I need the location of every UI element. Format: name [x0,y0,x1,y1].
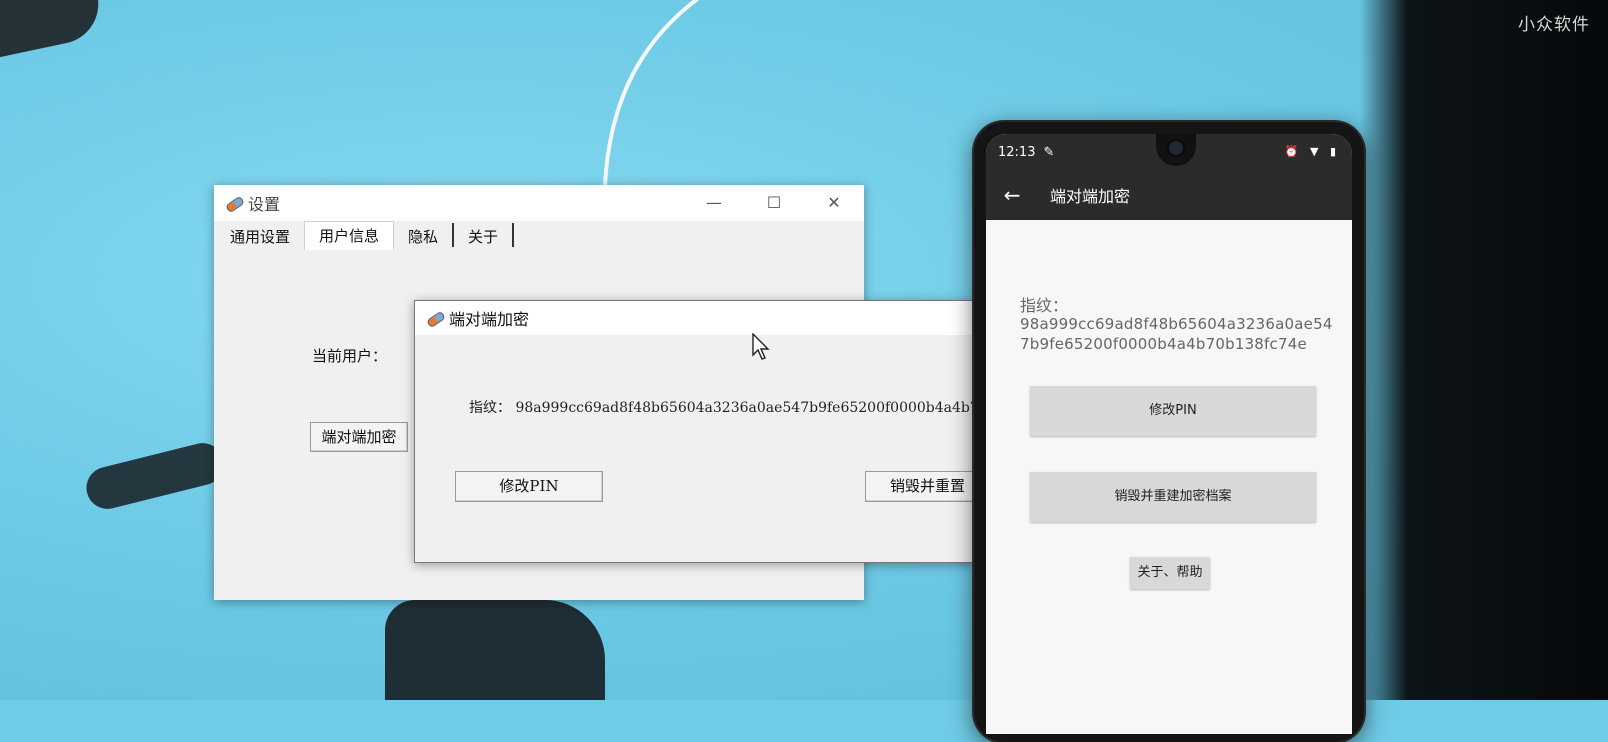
cable-line [603,0,700,186]
fingerprint-label: 指纹： [469,400,511,416]
settings-title: 设置 [248,195,281,214]
dialog-titlebar[interactable]: 端对端加密 [415,301,973,335]
phone-change-pin-button[interactable]: 修改PIN [1030,386,1316,436]
change-pin-button[interactable]: 修改PIN [455,471,603,502]
tab-user-info[interactable]: 用户信息 [304,221,395,250]
phone-fingerprint-value: 98a999cc69ad8f48b65604a3236a0ae547b9fe65… [1020,315,1333,353]
minimize-icon[interactable]: — [684,185,744,221]
fingerprint-value: 98a999cc69ad8f48b65604a3236a0ae547b9fe65… [515,400,1006,416]
maximize-icon[interactable]: ☐ [744,185,804,221]
app-pill-icon [224,194,245,214]
dialog-title: 端对端加密 [449,310,530,329]
tab-general[interactable]: 通用设置 [216,223,304,247]
settings-tabs: 通用设置 用户信息 隐私 关于 [214,221,864,250]
app-pill-icon [425,309,446,329]
fingerprint-line: 指纹： 98a999cc69ad8f48b65604a3236a0ae547b9… [469,397,1006,417]
phone-about-help-button[interactable]: 关于、帮助 [1130,557,1210,589]
current-user-label: 当前用户： [312,347,388,365]
notification-pill-icon: ✎ [1043,144,1055,160]
phone-screen: 12:13 ✎ ⏰ ▼ ▮ ← 端对端加密 指纹： 98a999cc69ad8f… [986,134,1352,734]
watermark: 小众软件 [1518,15,1590,35]
tab-privacy[interactable]: 隐私 [394,223,455,247]
e2e-dialog: 端对端加密 指纹： 98a999cc69ad8f48b65604a3236a0a… [414,300,1031,563]
shadow-blob [385,600,605,700]
tab-about[interactable]: 关于 [454,223,515,247]
settings-titlebar[interactable]: 设置 — ☐ ✕ [214,185,864,221]
front-camera [1156,134,1196,166]
appbar-title: 端对端加密 [1050,187,1131,206]
back-arrow-icon[interactable]: ← [986,183,1038,207]
close-icon[interactable]: ✕ [804,185,864,221]
status-time: 12:13 [998,144,1036,160]
phone-fingerprint-label: 指纹： [1020,296,1069,315]
status-bar: 12:13 ✎ ⏰ ▼ ▮ [986,134,1352,170]
status-icons: ⏰ ▼ ▮ [1284,145,1340,158]
dark-region-right [1360,0,1608,700]
phone-device: 12:13 ✎ ⏰ ▼ ▮ ← 端对端加密 指纹： 98a999cc69ad8f… [974,122,1364,742]
phone-destroy-rebuild-button[interactable]: 销毁并重建加密档案 [1030,472,1316,522]
e2e-encryption-button[interactable]: 端对端加密 [310,422,408,452]
app-bar: ← 端对端加密 [986,170,1352,220]
mouse-cursor-icon [752,333,770,360]
